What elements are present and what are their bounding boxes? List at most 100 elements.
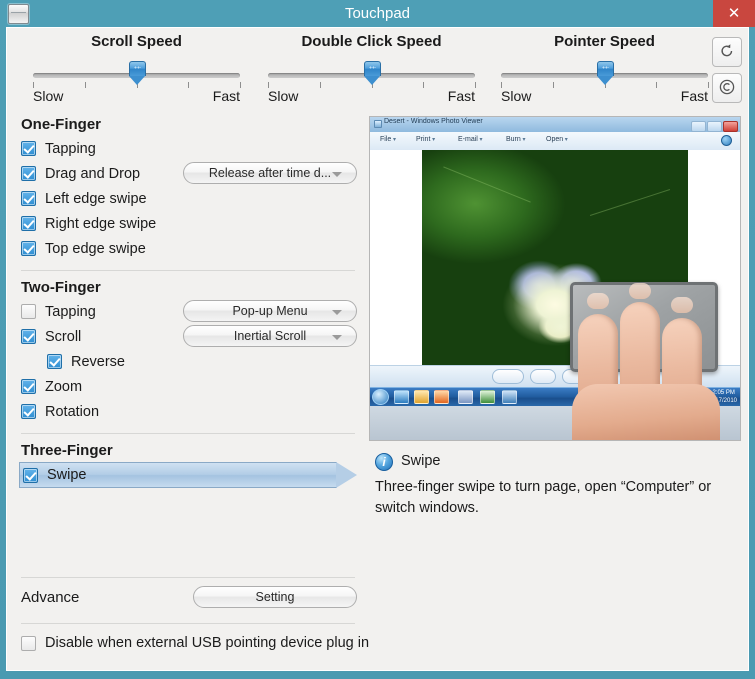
menu-item-email: E-mail bbox=[458, 136, 483, 143]
advance-divider-bottom bbox=[21, 623, 355, 624]
setting-button[interactable]: Setting bbox=[193, 586, 357, 608]
row-label: Top edge swipe bbox=[45, 240, 146, 257]
slider-low-label: Slow bbox=[501, 88, 532, 104]
about-button[interactable] bbox=[712, 73, 742, 103]
row-left-edge-swipe[interactable]: Left edge swipe bbox=[17, 186, 359, 211]
close-icon bbox=[723, 121, 738, 132]
row-scroll-reverse[interactable]: Reverse bbox=[17, 349, 359, 374]
window-title: Touchpad bbox=[344, 5, 411, 22]
dropdown-value: Inertial Scroll bbox=[233, 329, 307, 343]
three-finger-hand bbox=[566, 283, 732, 440]
checkbox-left-edge-swipe[interactable] bbox=[21, 191, 36, 206]
checkbox-disable-on-usb[interactable] bbox=[21, 635, 36, 651]
close-button[interactable]: ✕ bbox=[713, 0, 755, 27]
slider-low-label: Slow bbox=[33, 88, 64, 104]
explorer-folder-icon bbox=[414, 390, 429, 404]
row-two-finger-zoom[interactable]: Zoom bbox=[17, 374, 359, 399]
dropdown-value: Pop-up Menu bbox=[232, 304, 308, 318]
gesture-preview-image: Desert - Windows Photo Viewer File Print… bbox=[369, 116, 741, 441]
speed-sliders: Scroll Speed Slow Fast Double Click Spee… bbox=[7, 28, 748, 112]
help-icon bbox=[721, 135, 732, 146]
menu-item-print: Print bbox=[416, 136, 435, 143]
slider-low-label: Slow bbox=[268, 88, 299, 104]
slider-thumb[interactable] bbox=[596, 61, 614, 85]
slider-title: Pointer Speed bbox=[554, 33, 655, 50]
slider-high-label: Fast bbox=[212, 88, 240, 104]
slider-track-area[interactable] bbox=[256, 60, 487, 88]
menu-item-burn: Burn bbox=[506, 136, 525, 143]
checkbox-right-edge-swipe[interactable] bbox=[21, 216, 36, 231]
row-label: Zoom bbox=[45, 378, 83, 395]
advance-section: Advance Setting bbox=[17, 586, 359, 612]
slider-pointer-speed: Pointer Speed Slow Fast bbox=[489, 32, 720, 108]
slider-thumb[interactable] bbox=[363, 61, 381, 85]
row-right-edge-swipe[interactable]: Right edge swipe bbox=[17, 211, 359, 236]
row-two-finger-rotation[interactable]: Rotation bbox=[17, 399, 359, 424]
row-label: Swipe bbox=[47, 467, 87, 483]
slider-thumb[interactable] bbox=[128, 61, 146, 85]
checkbox-scroll-reverse[interactable] bbox=[47, 354, 62, 369]
dropdown-scroll-mode[interactable]: Inertial Scroll bbox=[183, 325, 357, 347]
row-label: Disable when external USB pointing devic… bbox=[45, 635, 370, 651]
photo-viewer-icon bbox=[374, 120, 382, 128]
row-label: Scroll bbox=[45, 328, 82, 345]
section-divider bbox=[21, 270, 355, 271]
photo-viewer-task-icon bbox=[502, 390, 517, 404]
document-icon bbox=[458, 390, 473, 404]
row-one-finger-drag-and-drop[interactable]: Drag and Drop Release after time d... bbox=[17, 161, 359, 186]
slider-title: Double Click Speed bbox=[301, 33, 442, 50]
minimize-icon bbox=[691, 121, 706, 132]
row-label: Tapping bbox=[45, 140, 96, 157]
advance-label: Advance bbox=[21, 589, 80, 606]
media-player-icon bbox=[434, 390, 449, 404]
slider-double-click-speed: Double Click Speed Slow Fast bbox=[256, 32, 487, 108]
row-label: Rotation bbox=[45, 403, 100, 420]
slider-track-area[interactable] bbox=[489, 60, 720, 88]
dropdown-value: Release after time d... bbox=[208, 166, 332, 180]
row-label: Reverse bbox=[71, 353, 125, 370]
group-title-two-finger: Two-Finger bbox=[21, 279, 101, 296]
checkbox-top-edge-swipe[interactable] bbox=[21, 241, 36, 256]
slider-track-area[interactable] bbox=[21, 60, 252, 88]
checkbox-two-finger-zoom[interactable] bbox=[21, 379, 36, 394]
start-button-icon bbox=[372, 389, 389, 405]
checkbox-three-finger-swipe[interactable] bbox=[23, 467, 38, 483]
dropdown-two-finger-tapping-action[interactable]: Pop-up Menu bbox=[183, 300, 357, 322]
maximize-icon bbox=[707, 121, 722, 132]
checkbox-two-finger-scroll[interactable] bbox=[21, 329, 36, 344]
checkbox-drag-and-drop[interactable] bbox=[21, 166, 36, 181]
excel-icon bbox=[480, 390, 495, 404]
row-two-finger-scroll[interactable]: Scroll Inertial Scroll bbox=[17, 324, 359, 349]
internet-explorer-icon bbox=[394, 390, 409, 404]
touchpad-settings-window: Touchpad ✕ Scroll Speed Slow Fast Double… bbox=[0, 0, 755, 679]
slider-labels: Slow Fast bbox=[489, 88, 720, 108]
group-title-three-finger: Three-Finger bbox=[21, 442, 113, 459]
chevron-down-icon bbox=[332, 335, 342, 340]
row-two-finger-tapping[interactable]: Tapping Pop-up Menu bbox=[17, 299, 359, 324]
row-label: Right edge swipe bbox=[45, 215, 157, 232]
checkbox-two-finger-rotation[interactable] bbox=[21, 404, 36, 419]
row-label: Drag and Drop bbox=[45, 165, 141, 182]
group-title-one-finger: One-Finger bbox=[21, 116, 102, 133]
row-three-finger-swipe[interactable]: Swipe bbox=[19, 462, 357, 488]
photo-viewer-title: Desert - Windows Photo Viewer bbox=[384, 118, 483, 125]
section-divider bbox=[21, 433, 355, 434]
restore-defaults-button[interactable] bbox=[712, 37, 742, 67]
row-label: Tapping bbox=[45, 303, 96, 320]
dropdown-drag-and-drop-mode[interactable]: Release after time d... bbox=[183, 162, 357, 184]
checkbox-two-finger-tapping[interactable] bbox=[21, 304, 36, 319]
row-one-finger-tapping[interactable]: Tapping bbox=[17, 136, 359, 161]
description-body: Three-finger swipe to turn page, open “C… bbox=[375, 479, 712, 516]
slider-title: Scroll Speed bbox=[91, 33, 182, 50]
checkbox-one-finger-tapping[interactable] bbox=[21, 141, 36, 156]
row-top-edge-swipe[interactable]: Top edge swipe bbox=[17, 236, 359, 261]
slider-labels: Slow Fast bbox=[21, 88, 252, 108]
title-bar: Touchpad ✕ bbox=[0, 0, 755, 27]
row-label: Left edge swipe bbox=[45, 190, 147, 207]
gesture-settings-panel: One-Finger Tapping Drag and Drop Release… bbox=[17, 116, 369, 656]
menu-item-file: File bbox=[380, 136, 396, 143]
client-area: Scroll Speed Slow Fast Double Click Spee… bbox=[6, 27, 749, 671]
chevron-down-icon bbox=[332, 310, 342, 315]
slider-scroll-speed: Scroll Speed Slow Fast bbox=[21, 32, 252, 108]
row-disable-on-usb[interactable]: Disable when external USB pointing devic… bbox=[17, 632, 369, 654]
